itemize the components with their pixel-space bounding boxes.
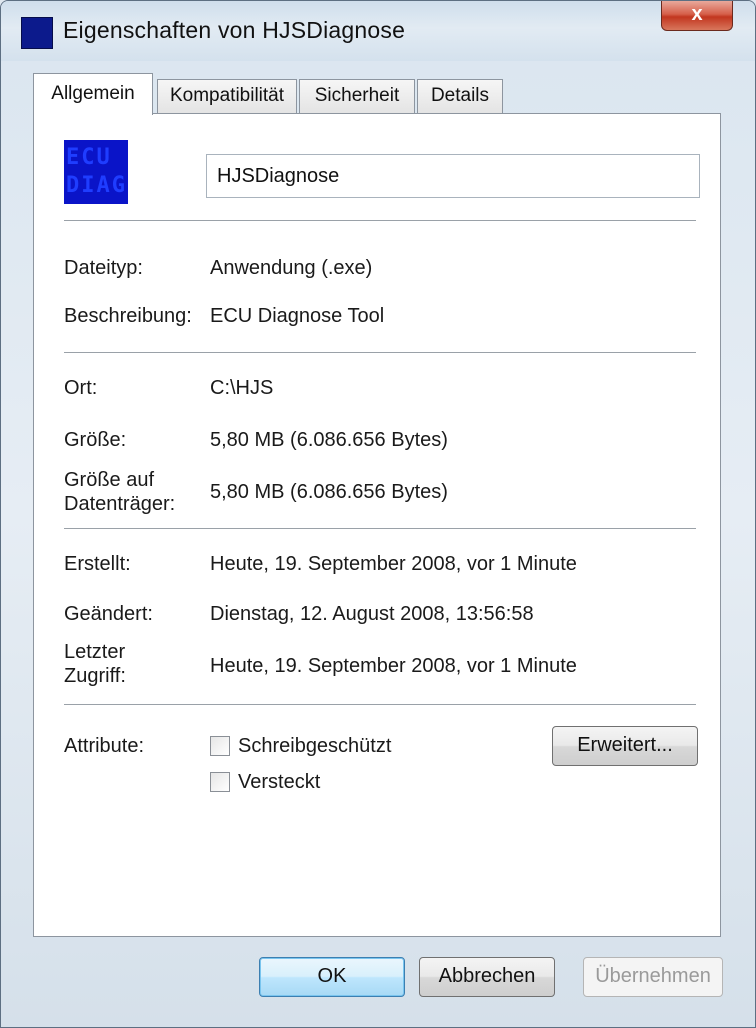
- schreibgeschuetzt-label[interactable]: Schreibgeschützt: [238, 735, 391, 758]
- ort-label: Ort:: [64, 377, 98, 399]
- letzter-zugriff-value: Heute, 19. September 2008, vor 1 Minute: [210, 655, 577, 677]
- groesse-label: Größe:: [64, 429, 127, 451]
- geaendert-value: Dienstag, 12. August 2008, 13:56:58: [210, 603, 534, 625]
- ok-button[interactable]: OK: [259, 957, 405, 997]
- dateityp-value: Anwendung (.exe): [210, 257, 373, 279]
- letzter-zugriff-label: Letzter Zugriff:: [64, 641, 126, 687]
- title-bar[interactable]: Eigenschaften von HJSDiagnose x: [1, 1, 755, 61]
- schreibgeschuetzt-option[interactable]: Schreibgeschützt: [210, 732, 391, 760]
- erstellt-value: Heute, 19. September 2008, vor 1 Minute: [210, 553, 577, 575]
- attribute-label: Attribute:: [64, 735, 145, 757]
- abbrechen-button[interactable]: Abbrechen: [419, 957, 555, 997]
- divider: [64, 220, 696, 221]
- groesse-value: 5,80 MB (6.086.656 Bytes): [210, 429, 448, 451]
- close-button[interactable]: x: [661, 1, 733, 31]
- groesse-datentraeger-value: 5,80 MB (6.086.656 Bytes): [210, 481, 448, 503]
- versteckt-checkbox[interactable]: [210, 772, 230, 792]
- uebernehmen-button[interactable]: Übernehmen: [583, 957, 723, 997]
- tab-sicherheit[interactable]: Sicherheit: [299, 79, 415, 113]
- versteckt-option[interactable]: Versteckt: [210, 768, 320, 796]
- divider: [64, 528, 696, 529]
- beschreibung-label: Beschreibung:: [64, 305, 192, 327]
- ort-value: C:\HJS: [210, 377, 274, 399]
- erstellt-label: Erstellt:: [64, 553, 131, 575]
- schreibgeschuetzt-checkbox[interactable]: [210, 736, 230, 756]
- erweitert-button[interactable]: Erweitert...: [552, 726, 698, 766]
- tab-kompatibilitaet[interactable]: Kompatibilität: [157, 79, 297, 113]
- tab-allgemein[interactable]: Allgemein: [33, 73, 153, 115]
- groesse-datentraeger-label: Größe auf Datenträger:: [64, 469, 176, 515]
- beschreibung-value: ECU Diagnose Tool: [210, 305, 385, 327]
- tab-details[interactable]: Details: [417, 79, 503, 113]
- versteckt-label[interactable]: Versteckt: [238, 771, 320, 794]
- file-name-field[interactable]: [206, 154, 700, 198]
- properties-dialog: Eigenschaften von HJSDiagnose x Allgemei…: [0, 0, 756, 1028]
- tab-panel-allgemein: ECU DIAG Dateityp: Anwendung (.exe) Besc…: [33, 113, 721, 937]
- geaendert-label: Geändert:: [64, 603, 153, 625]
- ecu-diagnose-icon: ECU DIAG: [64, 140, 128, 204]
- dateityp-label: Dateityp:: [64, 257, 143, 279]
- divider: [64, 352, 696, 353]
- application-icon: [21, 17, 53, 49]
- divider: [64, 704, 696, 705]
- window-title: Eigenschaften von HJSDiagnose: [63, 17, 406, 43]
